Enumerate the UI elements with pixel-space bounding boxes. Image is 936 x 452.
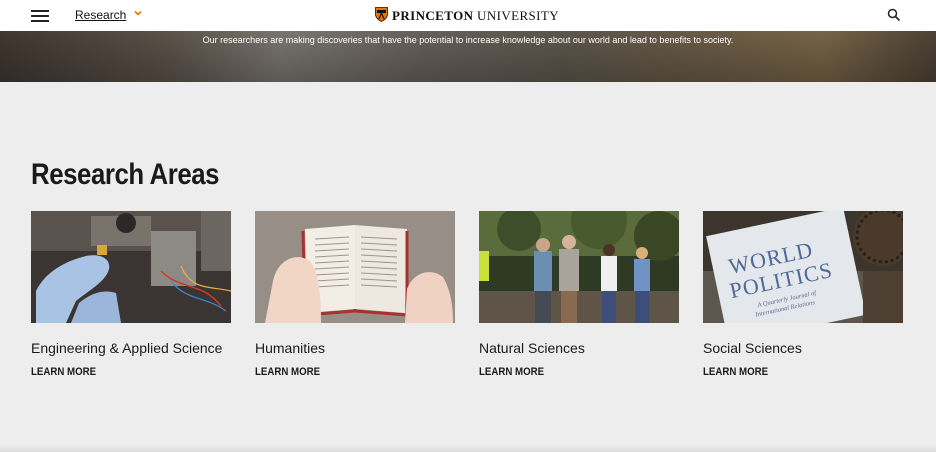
card-title: Engineering & Applied Science <box>31 340 223 356</box>
brand-name: PRINCETON UNIVERSITY <box>392 8 560 23</box>
card-image-natural-sciences <box>479 211 679 323</box>
hamburger-icon[interactable] <box>31 10 49 22</box>
hero-banner: Our researchers are making discoveries t… <box>0 31 936 82</box>
learn-more-link[interactable]: LEARN MORE <box>31 366 207 378</box>
section-link-research[interactable]: Research <box>75 8 126 22</box>
section-title: Research Areas <box>31 158 220 191</box>
card-engineering[interactable]: Engineering & Applied Science LEARN MORE <box>31 211 231 378</box>
card-humanities[interactable]: Humanities LEARN MORE <box>255 211 455 378</box>
card-title: Social Sciences <box>703 340 802 356</box>
card-natural-sciences[interactable]: Natural Sciences LEARN MORE <box>479 211 679 378</box>
hero-tagline: Our researchers are making discoveries t… <box>202 35 734 45</box>
card-image-social-sciences: WORLD POLITICS A Quarterly Journal of In… <box>703 211 903 323</box>
search-icon[interactable] <box>887 8 901 22</box>
chevron-down-icon[interactable] <box>132 7 144 19</box>
card-title: Humanities <box>255 340 326 356</box>
learn-more-link[interactable]: LEARN MORE <box>255 366 431 378</box>
site-header: Research PRINCETON UNIVERSITY <box>0 0 936 31</box>
card-image-engineering <box>31 211 231 323</box>
section-divider <box>0 444 936 452</box>
card-title: Natural Sciences <box>479 340 585 356</box>
learn-more-link[interactable]: LEARN MORE <box>703 366 879 378</box>
card-social-sciences[interactable]: WORLD POLITICS A Quarterly Journal of In… <box>703 211 903 378</box>
card-image-humanities <box>255 211 455 323</box>
shield-icon <box>375 7 388 22</box>
learn-more-link[interactable]: LEARN MORE <box>479 366 655 378</box>
